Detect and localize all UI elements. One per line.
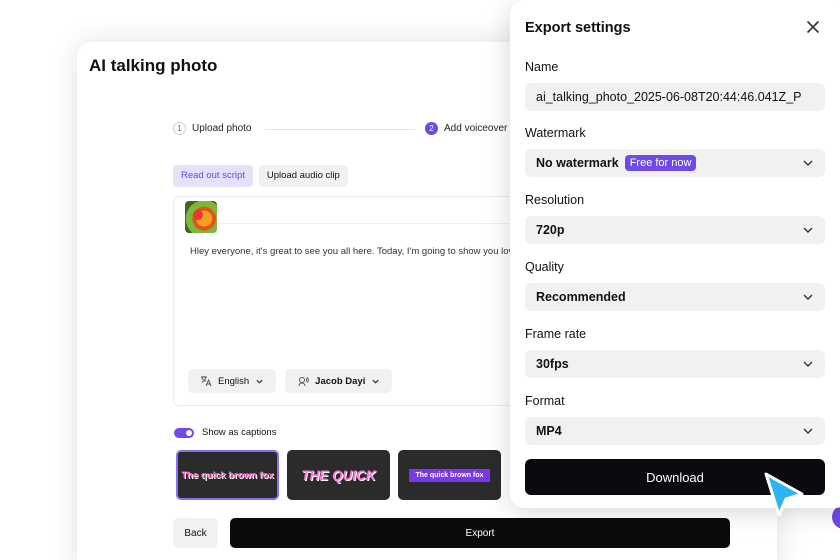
frame-rate-select[interactable]: 30fps (525, 350, 825, 378)
export-button[interactable]: Export (230, 518, 730, 548)
close-icon[interactable] (804, 18, 822, 36)
resolution-value: 720p (536, 223, 565, 237)
step-upload-photo[interactable]: 1 Upload photo (173, 122, 252, 135)
chevron-down-icon (803, 361, 813, 367)
captions-row: Show as captions (174, 427, 276, 438)
step-label: Add voiceover (444, 123, 508, 134)
captions-label: Show as captions (202, 427, 277, 438)
step-add-voiceover[interactable]: 2 Add voiceover (425, 122, 507, 135)
export-settings-panel: Export settings Name ai_talking_photo_20… (510, 0, 840, 508)
resolution-label: Resolution (525, 193, 585, 207)
format-select[interactable]: MP4 (525, 417, 825, 445)
tab-read-out-script[interactable]: Read out script (173, 165, 253, 187)
back-button[interactable]: Back (173, 518, 218, 548)
format-label: Format (525, 394, 565, 408)
help-bubble[interactable] (832, 505, 840, 529)
caption-style-preview: The quick brown fox (409, 468, 490, 482)
language-label: English (218, 375, 250, 387)
chevron-down-icon (372, 379, 379, 384)
caption-style-preview: THE QUICK (301, 467, 376, 483)
resolution-select[interactable]: 720p (525, 216, 825, 244)
step-number: 2 (425, 122, 438, 135)
watermark-select[interactable]: No watermark Free for now (525, 149, 825, 177)
step-number: 1 (173, 122, 186, 135)
watermark-value: No watermark (536, 156, 619, 170)
chevron-down-icon (803, 227, 813, 233)
caption-style-1[interactable]: The quick brown fox (176, 450, 279, 500)
name-input[interactable]: ai_talking_photo_2025-06-08T20:44:46.041… (525, 83, 825, 111)
quality-select[interactable]: Recommended (525, 283, 825, 311)
free-badge: Free for now (624, 155, 697, 171)
chevron-down-icon (803, 294, 813, 300)
caption-style-3[interactable]: The quick brown fox (398, 450, 501, 500)
translate-icon (201, 376, 212, 387)
quality-label: Quality (525, 260, 564, 274)
script-mode-tabs: Read out script Upload audio clip (173, 165, 348, 187)
frame-rate-label: Frame rate (525, 327, 587, 341)
watermark-label: Watermark (525, 126, 586, 140)
name-label: Name (525, 60, 559, 74)
caption-style-preview: The quick brown fox (181, 469, 274, 481)
caption-styles: The quick brown fox THE QUICK The quick … (176, 450, 501, 500)
watermark-value-wrap: No watermark Free for now (536, 155, 802, 171)
chevron-down-icon (803, 428, 813, 434)
voice-label: Jacob Dayi (315, 375, 366, 387)
format-value: MP4 (536, 424, 562, 438)
name-value: ai_talking_photo_2025-06-08T20:44:46.041… (536, 90, 802, 104)
photo-thumbnail[interactable] (185, 201, 217, 233)
step-connector (265, 129, 415, 130)
page-title: AI talking photo (89, 56, 218, 75)
voice-icon (298, 376, 309, 387)
panel-title: Export settings (525, 20, 631, 36)
step-label: Upload photo (192, 123, 252, 134)
caption-style-2[interactable]: THE QUICK (287, 450, 390, 500)
chevron-down-icon (256, 379, 263, 384)
script-controls: English Jacob Dayi (188, 369, 393, 393)
chevron-down-icon (803, 160, 813, 166)
frame-rate-value: 30fps (536, 357, 569, 371)
pointer-cursor-icon (764, 472, 804, 517)
voice-select[interactable]: Jacob Dayi (285, 369, 393, 393)
language-select[interactable]: English (188, 369, 277, 393)
captions-toggle[interactable] (174, 427, 194, 438)
tab-upload-audio-clip[interactable]: Upload audio clip (258, 165, 348, 187)
quality-value: Recommended (536, 290, 626, 304)
